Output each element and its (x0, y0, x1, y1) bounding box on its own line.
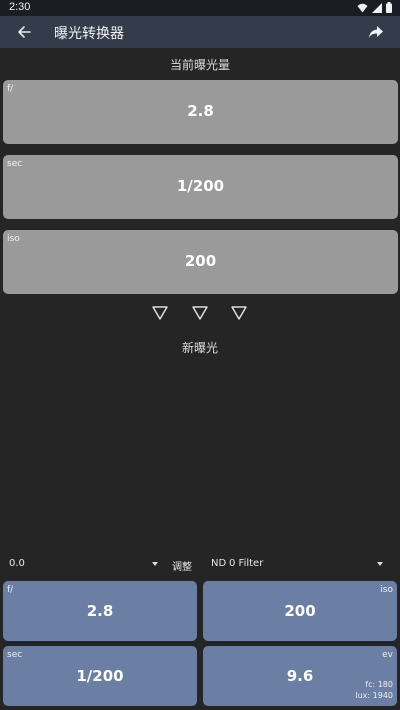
result-fc: fc: 180 (365, 680, 393, 689)
new-exposure-title: 新曝光 (181, 341, 218, 355)
result-aperture-label: f/ (7, 585, 14, 595)
shutter-speed-value: 1/200 (176, 177, 225, 195)
result-iso-value: 200 (284, 602, 316, 620)
conversion-arrows (0, 304, 400, 324)
adjust-value: 0.0 (9, 558, 25, 569)
shutter-speed-input[interactable]: sec 1/200 (3, 155, 398, 219)
result-lux: lux: 1940 (355, 691, 393, 700)
status-bar: 2:30 (0, 0, 400, 16)
chevron-down-icon (152, 562, 158, 566)
adjustment-controls: 0.0 调整 ND 0 Filter (0, 556, 400, 573)
share-icon (369, 26, 383, 38)
result-shutter-speed-label: sec (7, 650, 23, 660)
aperture-value: 2.8 (187, 102, 214, 120)
triangle-down-icon (231, 306, 247, 320)
result-aperture-value: 2.8 (86, 602, 114, 620)
signal-icon (372, 2, 382, 13)
result-iso: iso 200 (203, 581, 397, 641)
result-aperture: f/ 2.8 (3, 581, 197, 641)
arrow-back-icon (18, 26, 31, 38)
result-shutter-speed: sec 1/200 (3, 646, 197, 706)
aperture-input[interactable]: f/ 2.8 (3, 80, 398, 144)
triangle-down-icon (192, 306, 208, 320)
aperture-label: f/ (7, 84, 14, 94)
iso-value: 200 (184, 252, 217, 270)
adjust-dropdown[interactable]: 0.0 (0, 556, 162, 572)
result-shutter-speed-value: 1/200 (76, 667, 124, 685)
nd-filter-value: 0 Filter (229, 558, 264, 569)
current-exposure-title: 当前曝光量 (169, 58, 230, 72)
chevron-down-icon (377, 562, 383, 566)
page-title: 曝光转换器 (54, 26, 124, 42)
result-iso-label: iso (380, 585, 393, 595)
nd-filter-dropdown[interactable]: 0 Filter (226, 556, 388, 572)
iso-label: iso (7, 234, 20, 244)
share-button[interactable] (364, 21, 388, 43)
status-icons (357, 2, 392, 13)
triangle-down-icon (152, 306, 168, 320)
app-toolbar: 曝光转换器 (0, 16, 400, 48)
nd-label: ND (211, 558, 227, 569)
wifi-icon (357, 3, 368, 12)
result-ev-label: ev (382, 650, 393, 660)
back-button[interactable] (12, 21, 36, 43)
status-time: 2:30 (9, 1, 31, 13)
shutter-speed-label: sec (7, 159, 23, 169)
result-ev: ev 9.6 fc: 180 lux: 1940 (203, 646, 397, 706)
adjust-label: 调整 (172, 562, 192, 573)
battery-icon (386, 2, 392, 13)
iso-input[interactable]: iso 200 (3, 230, 398, 294)
